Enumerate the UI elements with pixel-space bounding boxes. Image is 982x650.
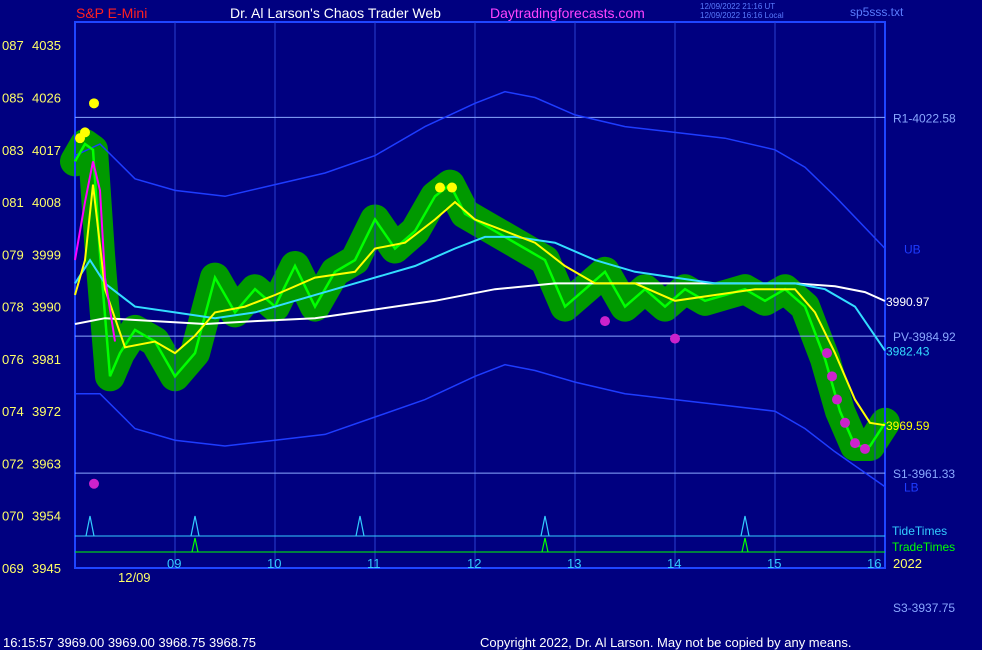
trade-spike-2 [741, 537, 749, 553]
magenta-dot-7 [670, 333, 680, 344]
hour-tick-13: 13 [567, 556, 581, 571]
y-tick-code-083: 083 [2, 143, 24, 158]
date-label: 12/09 [118, 570, 151, 585]
y-tick-code-072: 072 [2, 456, 24, 471]
y-tick-price-3945: 3945 [32, 561, 61, 576]
y-tick-code-069: 069 [2, 561, 24, 576]
trade-times-label: TradeTimes [892, 540, 955, 554]
yellow-dot-0 [89, 98, 99, 109]
hour-tick-16: 16 [867, 556, 881, 571]
magenta-dot-12 [850, 438, 860, 449]
tide-spike-4 [740, 515, 750, 537]
white-ma-end-label: 3990.97 [886, 295, 930, 309]
yellow-dot-4 [447, 182, 457, 193]
yellow-ma-end-label: 3969.59 [886, 419, 930, 433]
tide-spike-2 [355, 515, 365, 537]
author-title: Dr. Al Larson's Chaos Trader Web [230, 5, 441, 21]
price-chart: 09 10 11 12 13 14 15 16 069 3945 070 3954 072 3963 074… [2, 21, 956, 615]
magenta-dot-5 [89, 478, 99, 489]
halo-layer [60, 129, 900, 461]
yellow-dot-2 [80, 127, 90, 138]
y-tick-code-070: 070 [2, 509, 24, 524]
yellow-dot-3 [435, 182, 445, 193]
magenta-dot-11 [840, 417, 850, 428]
magenta-dot-9 [827, 371, 837, 382]
magenta-dot-6 [600, 316, 610, 327]
level-label-S1: S1-3961.33 [893, 467, 955, 481]
hour-tick-15: 15 [767, 556, 781, 571]
hour-tick-11: 11 [367, 556, 381, 571]
level-label-R1: R1-4022.58 [893, 111, 956, 125]
y-tick-code-079: 079 [2, 247, 24, 262]
data-file-label: sp5sss.txt [850, 5, 904, 19]
y-tick-code-087: 087 [2, 38, 24, 53]
offscale-level-label: S3-3937.75 [893, 601, 955, 615]
symbol-title: S&P E-Mini [76, 5, 148, 21]
magenta-dot-8 [822, 348, 832, 359]
tide-spike-1 [190, 515, 200, 537]
hour-tick-14: 14 [667, 556, 681, 571]
lower-band-line [75, 363, 886, 488]
magenta-dot-10 [832, 394, 842, 405]
tide-spike-0 [85, 515, 95, 537]
site-link[interactable]: Daytradingforecasts.com [490, 5, 645, 21]
trade-spike-0 [191, 537, 199, 553]
magenta-dot-13 [860, 443, 870, 454]
hour-tick-09: 09 [167, 556, 181, 571]
hour-tick-10: 10 [267, 556, 281, 571]
y-tick-price-3972: 3972 [32, 404, 61, 419]
y-tick-code-078: 078 [2, 300, 24, 315]
copyright-notice: Copyright 2022, Dr. Al Larson. May not b… [480, 635, 852, 650]
tide-spike-3 [540, 515, 550, 537]
trade-spike-1 [541, 537, 549, 553]
y-tick-code-085: 085 [2, 91, 24, 106]
upper-band-label: UB [904, 243, 921, 257]
y-tick-price-3981: 3981 [32, 352, 61, 367]
utc-timestamp: 12/09/2022 21:16 UT [700, 2, 776, 11]
year-label: 2022 [893, 556, 922, 571]
y-tick-code-076: 076 [2, 352, 24, 367]
lower-band-label: LB [904, 481, 919, 495]
tide-times-label: TideTimes [892, 524, 947, 538]
y-tick-price-4008: 4008 [32, 195, 61, 210]
y-tick-price-3963: 3963 [32, 456, 61, 471]
local-timestamp: 12/09/2022 16:16 Local [700, 11, 784, 20]
y-tick-price-4035: 4035 [32, 38, 61, 53]
y-tick-price-3954: 3954 [32, 509, 61, 524]
level-label-PV: PV-3984.92 [893, 330, 956, 344]
last-quote: 16:15:57 3969.00 3969.00 3968.75 3968.75 [3, 635, 257, 650]
cyan-ma-end-label: 3982.43 [886, 345, 930, 359]
y-tick-price-4026: 4026 [32, 91, 61, 106]
y-tick-price-4017: 4017 [32, 143, 61, 158]
y-tick-code-081: 081 [2, 195, 24, 210]
y-tick-code-074: 074 [2, 404, 24, 419]
y-tick-price-3990: 3990 [32, 300, 61, 315]
y-tick-price-3999: 3999 [32, 247, 61, 262]
price-halo [60, 129, 900, 461]
hour-tick-12: 12 [467, 556, 481, 571]
